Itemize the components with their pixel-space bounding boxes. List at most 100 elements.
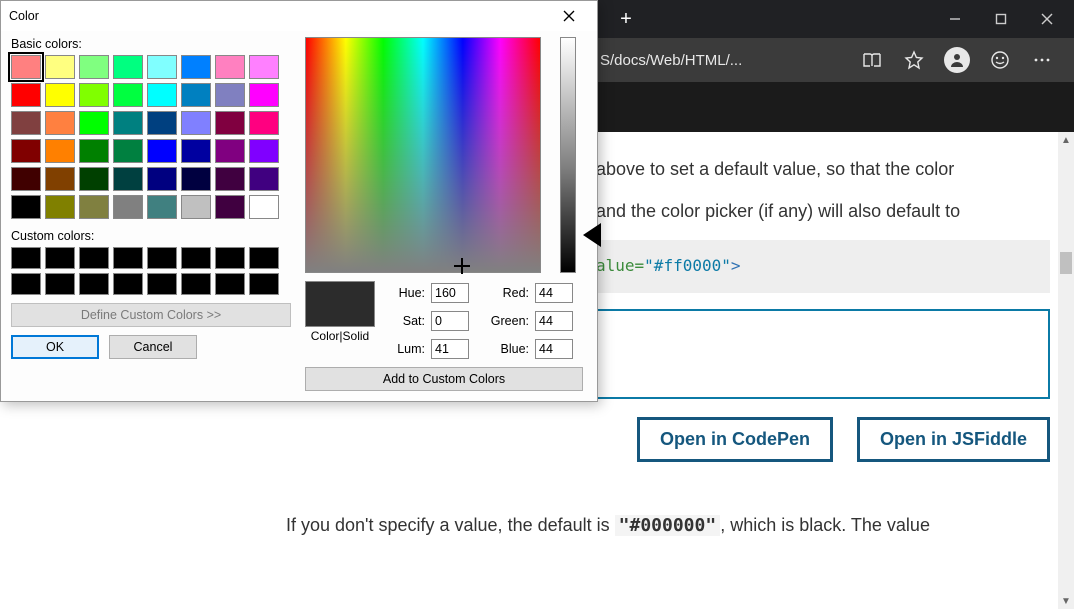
custom-color-swatch[interactable] (249, 247, 279, 269)
basic-color-swatch[interactable] (79, 167, 109, 191)
cancel-button[interactable]: Cancel (109, 335, 197, 359)
define-custom-colors-button[interactable]: Define Custom Colors >> (11, 303, 291, 327)
basic-color-swatch[interactable] (79, 195, 109, 219)
basic-color-swatch[interactable] (215, 111, 245, 135)
basic-color-swatch[interactable] (249, 167, 279, 191)
custom-color-swatch[interactable] (215, 273, 245, 295)
window-close-button[interactable] (1024, 0, 1070, 38)
window-minimize-button[interactable] (932, 0, 978, 38)
green-input[interactable] (535, 311, 573, 331)
basic-color-swatch[interactable] (113, 111, 143, 135)
basic-color-swatch[interactable] (11, 167, 41, 191)
new-tab-button[interactable]: + (604, 0, 648, 38)
vertical-scrollbar[interactable]: ▲ ▼ (1058, 132, 1074, 609)
custom-color-swatch[interactable] (147, 273, 177, 295)
custom-color-swatch[interactable] (181, 247, 211, 269)
basic-color-swatch[interactable] (181, 139, 211, 163)
dialog-title: Color (9, 9, 549, 23)
custom-color-swatch[interactable] (45, 247, 75, 269)
reading-list-icon[interactable] (860, 48, 884, 72)
favorite-icon[interactable] (902, 48, 926, 72)
basic-color-swatch[interactable] (249, 55, 279, 79)
ok-button[interactable]: OK (11, 335, 99, 359)
basic-colors-label: Basic colors: (11, 37, 291, 51)
basic-color-swatch[interactable] (79, 139, 109, 163)
scroll-down-arrow[interactable]: ▼ (1058, 593, 1074, 609)
luminance-slider[interactable] (560, 37, 576, 273)
close-icon (1041, 13, 1053, 25)
basic-color-swatch[interactable] (45, 83, 75, 107)
hue-input[interactable] (431, 283, 469, 303)
add-to-custom-colors-button[interactable]: Add to Custom Colors (305, 367, 583, 391)
basic-color-swatch[interactable] (113, 139, 143, 163)
basic-color-swatch[interactable] (113, 195, 143, 219)
basic-color-swatch[interactable] (147, 83, 177, 107)
basic-color-swatch[interactable] (45, 195, 75, 219)
basic-color-swatch[interactable] (215, 167, 245, 191)
custom-color-swatch[interactable] (113, 273, 143, 295)
basic-color-swatch[interactable] (45, 55, 75, 79)
profile-avatar[interactable] (944, 47, 970, 73)
basic-color-swatch[interactable] (181, 111, 211, 135)
basic-color-swatch[interactable] (215, 55, 245, 79)
color-gradient-picker[interactable] (305, 37, 541, 273)
custom-color-swatch[interactable] (147, 247, 177, 269)
basic-color-swatch[interactable] (11, 55, 41, 79)
basic-color-swatch[interactable] (113, 83, 143, 107)
custom-color-swatch[interactable] (11, 247, 41, 269)
blue-input[interactable] (535, 339, 573, 359)
basic-color-swatch[interactable] (181, 167, 211, 191)
basic-color-swatch[interactable] (147, 55, 177, 79)
lum-input[interactable] (431, 339, 469, 359)
basic-color-swatch[interactable] (249, 83, 279, 107)
basic-color-swatch[interactable] (147, 111, 177, 135)
custom-color-swatch[interactable] (11, 273, 41, 295)
custom-color-swatch[interactable] (79, 247, 109, 269)
basic-color-swatch[interactable] (79, 55, 109, 79)
sat-input[interactable] (431, 311, 469, 331)
basic-color-swatch[interactable] (215, 195, 245, 219)
basic-color-swatch[interactable] (45, 167, 75, 191)
basic-color-swatch[interactable] (11, 83, 41, 107)
basic-color-swatch[interactable] (113, 167, 143, 191)
basic-color-swatch[interactable] (215, 83, 245, 107)
feedback-icon[interactable] (988, 48, 1012, 72)
right-panel: Color|Solid Hue: Red: Sat: Green: Lum: B… (305, 37, 587, 391)
basic-color-swatch[interactable] (113, 55, 143, 79)
custom-color-swatch[interactable] (79, 273, 109, 295)
basic-color-swatch[interactable] (147, 195, 177, 219)
basic-color-swatch[interactable] (215, 139, 245, 163)
basic-color-swatch[interactable] (11, 195, 41, 219)
basic-color-swatch[interactable] (11, 139, 41, 163)
basic-color-swatch[interactable] (45, 111, 75, 135)
basic-color-swatch[interactable] (249, 111, 279, 135)
custom-color-swatch[interactable] (215, 247, 245, 269)
basic-color-swatch[interactable] (249, 195, 279, 219)
dialog-buttons: OK Cancel (11, 335, 291, 359)
blue-label: Blue: (481, 342, 529, 356)
code-attr: alue= (596, 256, 644, 275)
open-codepen-button[interactable]: Open in CodePen (637, 417, 833, 463)
basic-color-swatch[interactable] (181, 195, 211, 219)
custom-color-swatch[interactable] (249, 273, 279, 295)
scroll-thumb[interactable] (1060, 252, 1072, 274)
basic-color-swatch[interactable] (45, 139, 75, 163)
basic-color-swatch[interactable] (147, 139, 177, 163)
custom-color-swatch[interactable] (113, 247, 143, 269)
basic-color-swatch[interactable] (79, 111, 109, 135)
window-maximize-button[interactable] (978, 0, 1024, 38)
custom-color-swatch[interactable] (181, 273, 211, 295)
scroll-up-arrow[interactable]: ▲ (1058, 132, 1074, 148)
dialog-titlebar[interactable]: Color (1, 1, 597, 31)
basic-color-swatch[interactable] (147, 167, 177, 191)
basic-color-swatch[interactable] (181, 55, 211, 79)
red-input[interactable] (535, 283, 573, 303)
basic-color-swatch[interactable] (79, 83, 109, 107)
basic-color-swatch[interactable] (11, 111, 41, 135)
open-jsfiddle-button[interactable]: Open in JSFiddle (857, 417, 1050, 463)
dialog-close-button[interactable] (549, 2, 589, 30)
custom-color-swatch[interactable] (45, 273, 75, 295)
more-icon[interactable] (1030, 48, 1054, 72)
basic-color-swatch[interactable] (249, 139, 279, 163)
basic-color-swatch[interactable] (181, 83, 211, 107)
